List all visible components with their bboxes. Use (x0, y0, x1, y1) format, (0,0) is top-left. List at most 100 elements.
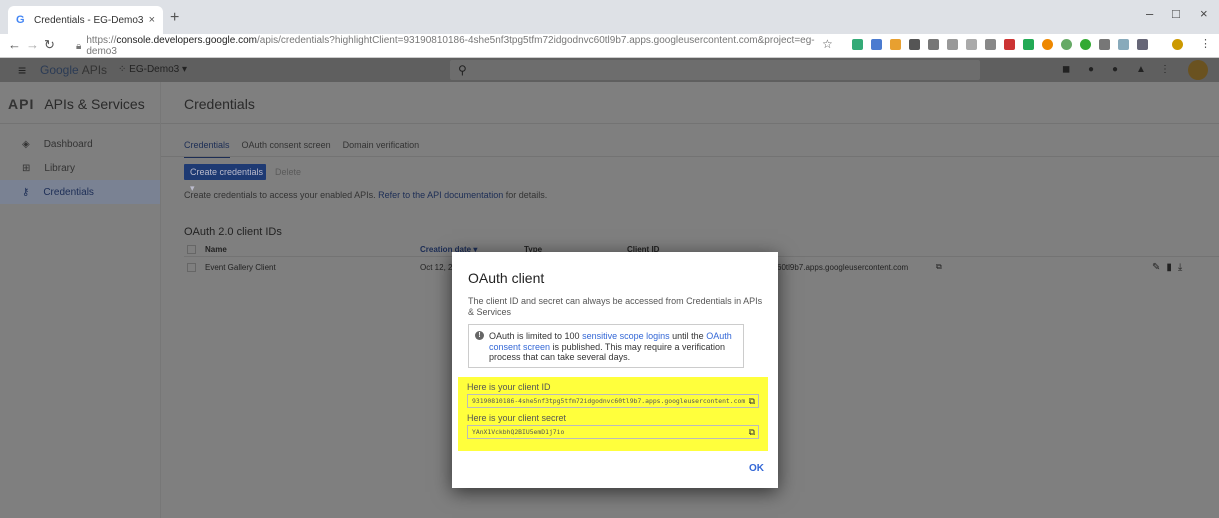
project-selector[interactable]: ⁘ EG-Demo3 ▾ (118, 64, 187, 75)
forward-icon[interactable]: → (26, 37, 39, 52)
notice-text: OAuth is limited to 100 (489, 331, 580, 341)
url-host: console.developers.google.com (116, 35, 257, 46)
browser-toolbar: ← → ↻ 🔒︎ https://console.developers.goog… (0, 34, 1219, 58)
extension-icon[interactable] (1099, 39, 1110, 50)
copy-icon[interactable]: ⧉ (936, 262, 942, 272)
sidebar-item-credentials[interactable]: ⚷ Credentials (0, 180, 160, 204)
window-close-button[interactable]: × (1200, 6, 1208, 21)
hint-text: Create credentials to access your enable… (184, 190, 547, 200)
select-all-checkbox[interactable] (187, 245, 196, 254)
client-secret-label: Here is your client secret (467, 413, 567, 423)
delete-icon[interactable]: ▮ (1166, 262, 1178, 273)
client-secret-field[interactable]: YAnX1VckbhQ2BIU5emD1j7io ⧉ (467, 425, 759, 439)
sidebar: API APIs & Services ◈ Dashboard ⊞ Librar… (0, 82, 161, 518)
dialog-description: The client ID and secret can always be a… (468, 296, 763, 317)
help-icon[interactable]: ● (1112, 64, 1118, 75)
url-prefix: https:// (86, 35, 117, 46)
oauth-client-dialog: OAuth client The client ID and secret ca… (452, 252, 778, 488)
extension-icon[interactable] (928, 39, 939, 50)
extension-icon[interactable] (1080, 39, 1091, 50)
sensitive-scope-logins-link[interactable]: sensitive scope logins (582, 331, 670, 341)
help-chat-icon[interactable]: ● (1088, 64, 1094, 75)
address-bar[interactable]: 🔒︎ https://console.developers.google.com… (76, 35, 836, 57)
google-favicon-icon: G (16, 14, 25, 26)
client-name-link[interactable]: Event Gallery Client (205, 263, 276, 272)
sidebar-item-label: Library (44, 162, 75, 174)
search-input[interactable]: ⚲ (450, 60, 980, 80)
gift-icon[interactable]: ◼ (1062, 64, 1070, 75)
oauth-section-title: OAuth 2.0 client IDs (184, 226, 282, 238)
extension-icon[interactable] (1023, 39, 1034, 50)
extension-icon[interactable] (852, 39, 863, 50)
library-icon: ⊞ (22, 162, 31, 174)
logo-google: Google (40, 63, 79, 77)
key-icon: ⚷ (22, 186, 30, 198)
extension-icon[interactable] (1137, 39, 1148, 50)
extension-icon[interactable] (985, 39, 996, 50)
reload-icon[interactable]: ↻ (44, 37, 55, 53)
lock-icon: 🔒︎ (76, 40, 82, 52)
delete-button[interactable]: Delete (275, 167, 301, 177)
credentials-highlight: Here is your client ID 93190810186-4she5… (458, 377, 768, 451)
extension-icon[interactable] (947, 39, 958, 50)
api-documentation-link[interactable]: Refer to the API documentation (378, 190, 503, 200)
extension-icon[interactable] (966, 39, 977, 50)
row-checkbox[interactable] (187, 262, 196, 272)
notifications-icon[interactable]: ▲ (1136, 64, 1146, 75)
extension-icon[interactable] (1004, 39, 1015, 50)
row-actions: ✎▮⤓ (1152, 262, 1188, 273)
minimize-button[interactable]: – (1146, 6, 1153, 21)
sidebar-item-library[interactable]: ⊞ Library (0, 156, 160, 180)
copy-client-secret-icon[interactable]: ⧉ (749, 427, 755, 438)
tab-close-icon[interactable]: × (149, 14, 155, 26)
browser-tab-strip: G Credentials - EG-Demo3 - Googl × + – □… (0, 0, 1219, 34)
google-apis-logo[interactable]: Google APIs (40, 63, 107, 77)
dashboard-icon: ◈ (22, 138, 30, 150)
browser-menu-icon[interactable]: ⋮ (1200, 37, 1211, 50)
extension-icon[interactable] (1118, 39, 1129, 50)
avatar[interactable] (1188, 60, 1208, 80)
create-credentials-button[interactable]: Create credentials ▾ (184, 164, 266, 193)
info-icon: ! (475, 331, 484, 340)
maximize-button[interactable]: □ (1172, 6, 1180, 21)
download-icon[interactable]: ⤓ (1178, 262, 1188, 273)
sidebar-item-dashboard[interactable]: ◈ Dashboard (0, 132, 160, 156)
dialog-title: OAuth client (468, 270, 545, 286)
new-tab-button[interactable]: + (170, 9, 179, 27)
browser-tab-title: Credentials - EG-Demo3 - Googl (34, 14, 143, 26)
extension-icon[interactable] (1042, 39, 1053, 50)
column-header-name[interactable]: Name (205, 245, 227, 254)
extension-icon[interactable] (871, 39, 882, 50)
copy-client-id-icon[interactable]: ⧉ (749, 396, 755, 407)
back-icon[interactable]: ← (8, 37, 21, 52)
creation-date: Oct 12, 2 (420, 262, 453, 272)
hamburger-menu-icon[interactable]: ≡ (18, 62, 26, 78)
browser-tab[interactable]: G Credentials - EG-Demo3 - Googl × (8, 6, 163, 34)
client-id-label: Here is your client ID (467, 382, 551, 392)
sidebar-title: APIs & Services (44, 96, 145, 112)
api-logo-icon: API (8, 96, 35, 112)
search-icon: ⚲ (458, 63, 467, 77)
edit-icon[interactable]: ✎ (1152, 262, 1166, 273)
more-vert-icon[interactable]: ⋮ (1160, 64, 1170, 75)
project-dots-icon: ⁘ (118, 64, 130, 75)
sidebar-header: API APIs & Services (0, 82, 160, 124)
client-id-value: 60tl9b7.apps.googleusercontent.com (777, 262, 909, 272)
bookmark-star-icon[interactable]: ☆ (822, 37, 833, 51)
hint-text-main: Create credentials to access your enable… (184, 190, 376, 200)
console-header: ≡ Google APIs ⁘ EG-Demo3 ▾ ⚲ ◼ ● ● ▲ ⋮ (0, 58, 1219, 82)
client-id-text: 93190810186-4she5nf3tpg5tfm72idgodnvc60t… (472, 397, 746, 405)
hint-text-suffix: for details. (505, 190, 548, 200)
extension-icon[interactable] (1061, 39, 1072, 50)
sidebar-item-label: Dashboard (43, 138, 93, 150)
client-secret-text: YAnX1VckbhQ2BIU5emD1j7io (472, 428, 565, 436)
profile-icon[interactable] (1172, 39, 1183, 50)
extension-icon[interactable] (909, 39, 920, 50)
tabs-divider (161, 156, 1219, 157)
notice-text: until the (672, 331, 704, 341)
logo-apis: APIs (81, 63, 108, 77)
ok-button[interactable]: OK (749, 463, 764, 474)
client-id-field[interactable]: 93190810186-4she5nf3tpg5tfm72idgodnvc60t… (467, 394, 759, 408)
project-name: EG-Demo3 ▾ (129, 64, 187, 75)
extension-icon[interactable] (890, 39, 901, 50)
